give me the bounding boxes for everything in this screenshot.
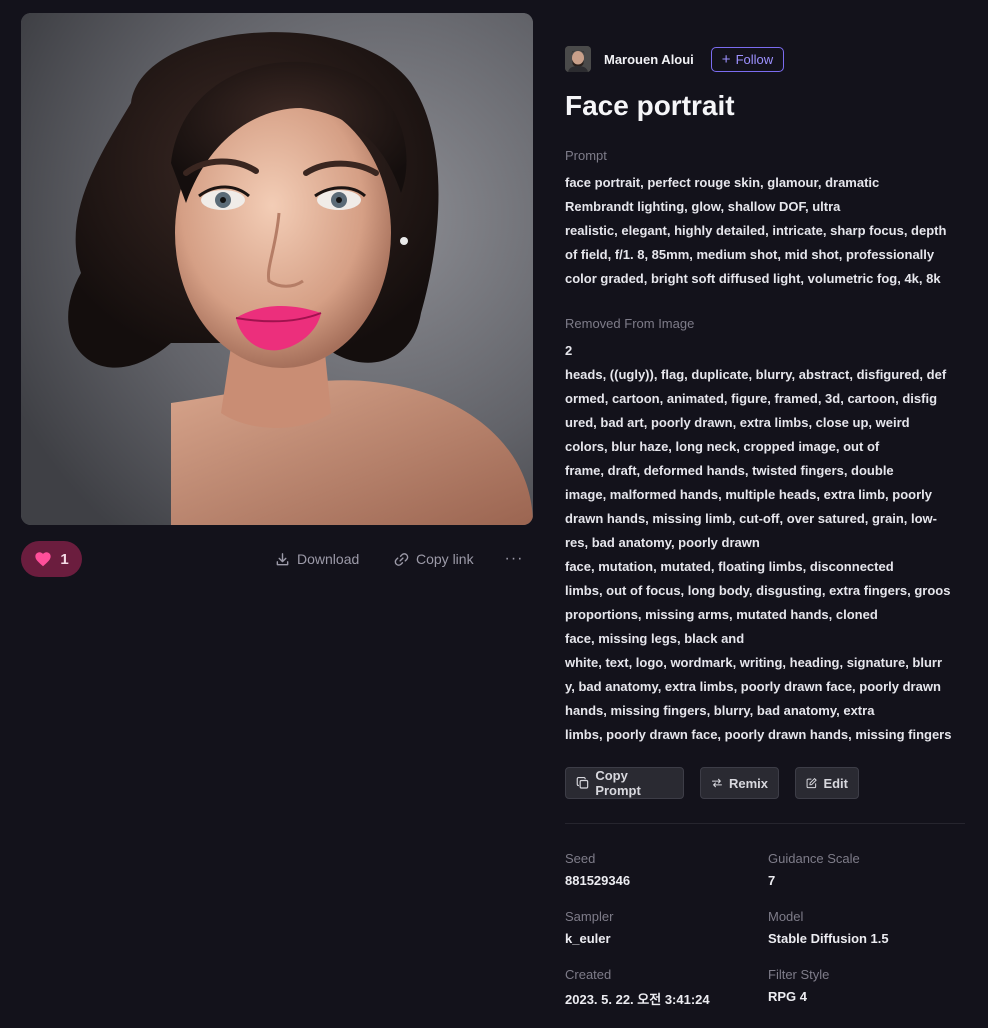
prompt-line: of field, f/1. 8, 85mm, medium shot, mid… xyxy=(565,247,935,262)
copy-prompt-button[interactable]: Copy Prompt xyxy=(565,767,684,799)
negative-prompt-line: colors, blur haze, long neck, cropped im… xyxy=(565,439,880,454)
negative-prompt-line: hands, missing fingers, blurry, bad anat… xyxy=(565,703,875,718)
generated-image[interactable] xyxy=(21,13,533,525)
like-button[interactable]: 1 xyxy=(21,541,82,577)
meta-label: Guidance Scale xyxy=(768,851,860,866)
negative-prompt-line: limbs, poorly drawn face, poorly drawn h… xyxy=(565,727,952,742)
download-button[interactable]: Download xyxy=(275,541,359,577)
follow-label: Follow xyxy=(735,51,774,67)
edit-label: Edit xyxy=(823,775,848,791)
more-options-button[interactable]: ··· xyxy=(504,541,524,577)
remix-label: Remix xyxy=(728,775,768,791)
negative-prompt-line: face, mutation, mutated, floating limbs,… xyxy=(565,559,894,574)
edit-icon xyxy=(806,778,817,789)
plus-icon: + xyxy=(721,50,731,68)
prompt-label: Prompt xyxy=(565,148,607,163)
prompt-line: face portrait, perfect rouge skin, glamo… xyxy=(565,175,880,190)
meta-seed: Seed 881529346 xyxy=(565,851,765,888)
link-icon xyxy=(394,552,409,566)
edit-button[interactable]: Edit xyxy=(795,767,859,799)
heart-icon xyxy=(35,552,51,567)
negative-prompt-line: face, missing legs, black and xyxy=(565,631,745,646)
meta-value: 7 xyxy=(768,873,776,888)
negative-prompt-line: white, text, logo, wordmark, writing, he… xyxy=(565,655,943,670)
negative-prompt-line: image, malformed hands, multiple heads, … xyxy=(565,487,932,502)
meta-created: Created 2023. 5. 22. 오전 3:41:24 xyxy=(565,967,765,1008)
author-name[interactable]: Marouen Aloui xyxy=(604,52,694,67)
negative-prompt-line: limbs, out of focus, long body, disgusti… xyxy=(565,583,951,598)
remix-icon xyxy=(711,778,722,788)
negative-prompt-line: 2 xyxy=(565,343,573,358)
download-icon xyxy=(276,552,289,565)
copy-prompt-label: Copy Prompt xyxy=(595,768,641,798)
meta-label: Sampler xyxy=(565,909,614,924)
negative-prompt-text: 2 heads, ((ugly)), flag, duplicate, blur… xyxy=(565,339,965,747)
prompt-line: color graded, bright soft diffused light… xyxy=(565,271,941,286)
meta-label: Created xyxy=(565,967,612,982)
negative-prompt-line: heads, ((ugly)), flag, duplicate, blurry… xyxy=(565,367,947,382)
page: 1 Download Copy link ··· Marouen Aloui +… xyxy=(0,0,988,1028)
prompt-action-row: Copy Prompt Remix Edit xyxy=(565,767,965,799)
removed-label: Removed From Image xyxy=(565,316,695,331)
meta-label: Model xyxy=(768,909,804,924)
copy-icon xyxy=(576,777,589,789)
author-row: Marouen Aloui + Follow xyxy=(565,46,965,72)
portrait-illustration xyxy=(21,13,533,525)
meta-value: 881529346 xyxy=(565,873,631,888)
meta-value: k_euler xyxy=(565,931,611,946)
negative-prompt-line: frame, draft, deformed hands, twisted fi… xyxy=(565,463,894,478)
meta-guidance-scale: Guidance Scale 7 xyxy=(768,851,968,888)
meta-value: Stable Diffusion 1.5 xyxy=(768,931,889,946)
meta-model: Model Stable Diffusion 1.5 xyxy=(768,909,968,946)
meta-value: 2023. 5. 22. 오전 3:41:24 xyxy=(565,992,710,1007)
avatar[interactable] xyxy=(565,46,591,72)
download-label: Download xyxy=(297,551,360,567)
follow-button[interactable]: + Follow xyxy=(710,46,785,72)
negative-prompt-line: res, bad anatomy, poorly drawn xyxy=(565,535,760,550)
copy-link-button[interactable]: Copy link xyxy=(394,541,474,577)
negative-prompt-line: proportions, missing arms, mutated hands… xyxy=(565,607,878,622)
prompt-line: Rembrandt lighting, glow, shallow DOF, u… xyxy=(565,199,841,214)
meta-filter-style: Filter Style RPG 4 xyxy=(768,967,968,1004)
like-count: 1 xyxy=(60,550,69,568)
page-title: Face portrait xyxy=(565,90,735,121)
divider xyxy=(565,823,965,824)
meta-value: RPG 4 xyxy=(768,989,808,1004)
negative-prompt-line: y, bad anatomy, extra limbs, poorly draw… xyxy=(565,679,941,694)
copy-link-label: Copy link xyxy=(416,551,474,567)
prompt-line: realistic, elegant, highly detailed, int… xyxy=(565,223,947,238)
avatar-image xyxy=(565,46,591,72)
image-action-row: 1 Download Copy link ··· xyxy=(21,541,533,577)
remix-button[interactable]: Remix xyxy=(700,767,779,799)
prompt-text: face portrait, perfect rouge skin, glamo… xyxy=(565,171,965,291)
meta-label: Filter Style xyxy=(768,967,830,982)
meta-sampler: Sampler k_euler xyxy=(565,909,765,946)
more-icon: ··· xyxy=(504,550,524,567)
negative-prompt-line: ured, bad art, poorly drawn, extra limbs… xyxy=(565,415,910,430)
negative-prompt-line: ormed, cartoon, animated, figure, framed… xyxy=(565,391,938,406)
negative-prompt-line: drawn hands, missing limb, cut-off, over… xyxy=(565,511,937,526)
meta-label: Seed xyxy=(565,851,596,866)
